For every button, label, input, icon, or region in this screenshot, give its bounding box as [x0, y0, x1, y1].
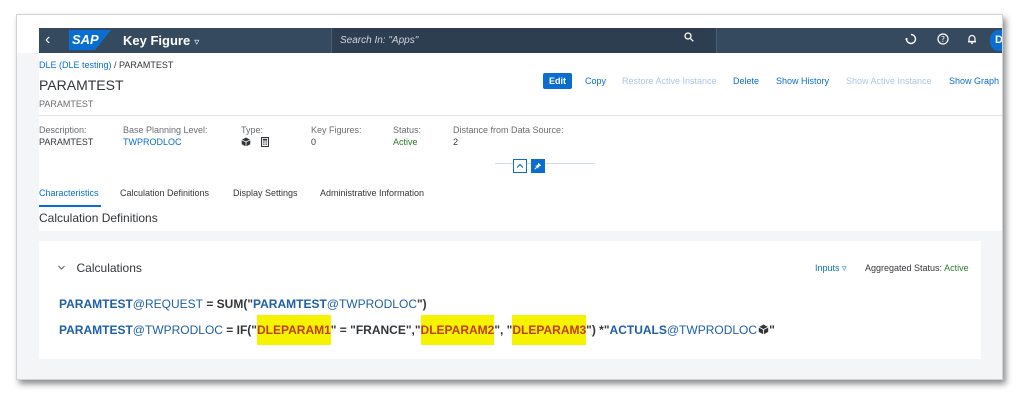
aggregated-status: Aggregated Status: Active [865, 263, 969, 273]
tab-bar: Characteristics Calculation Definitions … [39, 181, 1002, 207]
shell-area: ‹ SAP Key Figure▿ ? D [17, 15, 1002, 53]
attr-type-icons [241, 137, 270, 150]
page-title: PARAMTEST [39, 77, 124, 93]
attr-status: Status: Active [393, 125, 421, 147]
attr-keyfigures-label: Key Figures: [311, 125, 362, 135]
kf-actuals-ref[interactable]: ACTUALS@TWPRODLOC [610, 323, 758, 337]
cube-icon [241, 137, 251, 147]
attr-description-label: Description: [39, 125, 87, 135]
formula-compare: " = "FRANCE"," [330, 323, 421, 337]
attr-type-label: Type: [241, 125, 264, 135]
breadcrumb-link-dle[interactable]: DLE (DLE testing) [39, 60, 112, 70]
attr-keyfigures-value: 0 [311, 137, 317, 147]
aggregated-status-label: Aggregated Status: [865, 263, 943, 273]
search-icon[interactable] [684, 32, 694, 45]
assistant-icon[interactable] [905, 33, 917, 48]
kf-paramtest-ref[interactable]: PARAMTEST@REQUEST [59, 297, 203, 311]
formula-tail: " [769, 323, 775, 337]
tab-display-settings[interactable]: Display Settings [233, 188, 298, 198]
collapse-header-button[interactable] [513, 159, 527, 173]
header-collapse-line [495, 163, 595, 164]
breadcrumb-current: PARAMTEST [119, 60, 174, 70]
attr-description-value: PARAMTEST [39, 137, 94, 147]
calculator-icon [260, 137, 269, 147]
app-title-menu[interactable]: Key Figure ▿ [123, 33, 199, 48]
object-header: DLE (DLE testing) / PARAMTEST PARAMTEST … [39, 53, 1002, 231]
formula-twprodloc: PARAMTEST@TWPRODLOC = IF("DLEPARAM1" = "… [59, 315, 775, 345]
formula-close: ") [416, 297, 427, 311]
sap-logo-text: SAP [72, 32, 99, 47]
formula-operator: = IF(" [222, 323, 257, 337]
attr-key-figures: Key Figures: 0 [311, 125, 362, 147]
attr-distance-label: Distance from Data Source: [453, 125, 564, 135]
kf-paramtest-ref[interactable]: PARAMTEST@TWPRODLOC [59, 323, 223, 337]
copy-button[interactable]: Copy [585, 73, 606, 89]
active-tab-indicator [39, 205, 101, 207]
attr-status-value: Active [393, 137, 418, 147]
svg-text:?: ? [941, 35, 945, 44]
formula-multiply: ") *" [586, 323, 610, 337]
formula-separator: ", " [494, 323, 513, 337]
param-dleparam2: DLEPARAM2 [420, 315, 495, 345]
app-window: ‹ SAP Key Figure▿ ? D DLE (DLE testing) [16, 14, 1003, 380]
notification-bell-icon[interactable] [966, 33, 978, 48]
attr-distance-value: 2 [453, 137, 459, 147]
attr-distance: Distance from Data Source: 2 [453, 125, 564, 147]
aggregated-status-value: Active [944, 263, 969, 273]
show-history-button[interactable]: Show History [776, 73, 829, 89]
tab-characteristics[interactable]: Characteristics [39, 188, 99, 198]
attr-bpl-label: Base Planning Level: [123, 125, 208, 135]
param-dleparam3: DLEPARAM3 [512, 315, 587, 345]
param-dleparam1: DLEPARAM1 [257, 315, 331, 345]
help-icon[interactable]: ? [937, 33, 949, 48]
header-divider [39, 115, 1002, 116]
chevron-up-icon [516, 163, 524, 168]
pin-icon [534, 162, 542, 170]
chevron-down-icon [57, 264, 69, 274]
calculations-panel: Calculations Inputs ▿ Aggregated Status:… [39, 241, 981, 359]
restore-active-instance-button[interactable]: Restore Active Instance [622, 73, 717, 89]
attr-type: Type: [241, 125, 270, 150]
pin-header-button[interactable] [531, 159, 545, 173]
tab-calculation-definitions[interactable]: Calculation Definitions [120, 188, 209, 198]
search-field [331, 28, 717, 53]
delete-button[interactable]: Delete [733, 73, 759, 89]
search-input[interactable] [340, 32, 670, 49]
tab-administrative-information[interactable]: Administrative Information [320, 188, 424, 198]
attr-base-planning-level: Base Planning Level: TWPRODLOC [123, 125, 208, 147]
page-subtitle: PARAMTEST [39, 99, 94, 109]
attr-bpl-link[interactable]: TWPRODLOC [123, 137, 208, 147]
shell-bar: ‹ SAP Key Figure▿ ? D [39, 28, 1002, 53]
show-graph-button[interactable]: Show Graph [949, 73, 999, 89]
calculations-label: Calculations [76, 261, 142, 275]
inputs-dropdown[interactable]: Inputs ▿ [815, 263, 847, 274]
formula-operator: = SUM(" [202, 297, 254, 311]
edit-button[interactable]: Edit [543, 73, 572, 89]
sap-logo: SAP [69, 30, 111, 50]
formula-request: PARAMTEST@REQUEST = SUM("PARAMTEST@TWPRO… [59, 297, 427, 311]
show-active-instance-button[interactable]: Show Active Instance [846, 73, 932, 89]
cube-icon [758, 324, 769, 335]
calculations-toggle[interactable]: Calculations [57, 261, 142, 275]
attr-status-label: Status: [393, 125, 422, 135]
attr-description: Description: PARAMTEST [39, 125, 93, 147]
breadcrumb-separator: / [111, 60, 120, 70]
kf-paramtest-arg[interactable]: PARAMTEST@TWPRODLOC [253, 297, 417, 311]
chevron-down-icon: ▿ [194, 37, 200, 48]
user-avatar[interactable]: D [990, 30, 1002, 51]
app-title: Key Figure [123, 33, 191, 48]
section-title: Calculation Definitions [39, 211, 158, 225]
back-icon[interactable]: ‹ [45, 31, 50, 49]
breadcrumb: DLE (DLE testing) / PARAMTEST [39, 60, 173, 70]
